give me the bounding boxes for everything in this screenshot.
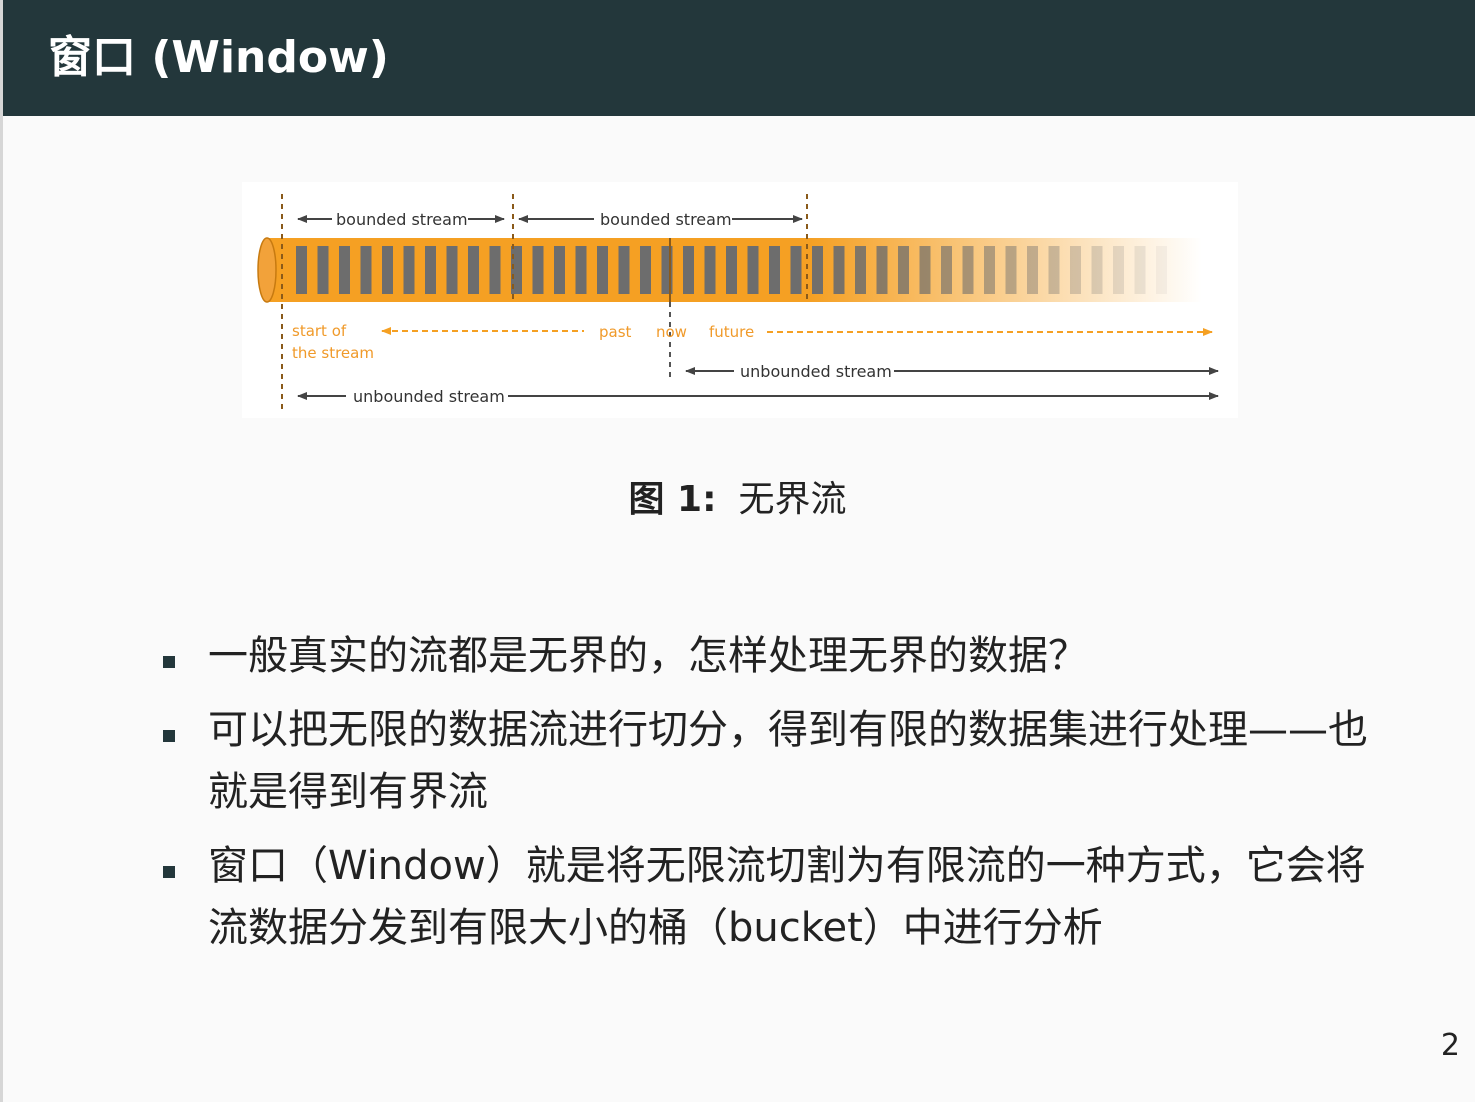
stream-event-bar bbox=[317, 246, 329, 294]
start-of-label: start of bbox=[292, 322, 347, 340]
stream-events bbox=[296, 246, 1167, 294]
stream-event-bar bbox=[640, 246, 651, 294]
stream-event-bar bbox=[876, 246, 888, 294]
stream-event-bar bbox=[962, 246, 974, 294]
figure-caption-label: 图 1: bbox=[628, 479, 717, 520]
stream-event-bar bbox=[1113, 246, 1124, 294]
past-label: past bbox=[599, 323, 632, 341]
bullet-marker bbox=[163, 656, 175, 668]
stream-event-bar bbox=[984, 246, 995, 294]
the-stream-label: the stream bbox=[292, 344, 374, 362]
slide-header: 窗口 (Window) bbox=[3, 0, 1475, 116]
stream-event-bar bbox=[1156, 246, 1167, 294]
stream-event-bar bbox=[446, 246, 458, 294]
bullet-item: 可以把无限的数据流进行切分，得到有限的数据集进行处理——也就是得到有界流 bbox=[160, 699, 1400, 823]
stream-event-bar bbox=[941, 246, 952, 294]
bullet-item: 一般真实的流都是无界的，怎样处理无界的数据？ bbox=[160, 625, 1400, 687]
stream-event-bar bbox=[919, 246, 931, 294]
stream-event-bar bbox=[790, 246, 802, 294]
stream-event-bar bbox=[425, 246, 436, 294]
stream-event-bar bbox=[1005, 246, 1017, 294]
stream-event-bar bbox=[554, 246, 565, 294]
bounded-stream-label-2: bounded stream bbox=[600, 210, 732, 229]
stream-event-bar bbox=[747, 246, 759, 294]
stream-event-bar bbox=[489, 246, 501, 294]
stream-event-bar bbox=[382, 246, 393, 294]
bullet-text: 窗口（Window）就是将无限流切割为有限流的一种方式，它会将流数据分发到有限大… bbox=[208, 843, 1366, 951]
stream-event-bar bbox=[403, 246, 415, 294]
stream-event-bar bbox=[1134, 246, 1146, 294]
stream-diagram: bounded stream bounded stream start of t… bbox=[257, 194, 1219, 414]
slide-left-edge bbox=[0, 0, 3, 1102]
unbounded-stream-label-lower: unbounded stream bbox=[353, 387, 505, 406]
stream-event-bar bbox=[683, 246, 694, 294]
page-number: 2 bbox=[1440, 1028, 1460, 1063]
stream-event-bar bbox=[597, 246, 608, 294]
bullet-item: 窗口（Window）就是将无限流切割为有限流的一种方式，它会将流数据分发到有限大… bbox=[160, 835, 1400, 959]
stream-event-bar bbox=[726, 246, 737, 294]
stream-event-bar bbox=[833, 246, 845, 294]
stream-event-bar bbox=[468, 246, 479, 294]
stream-event-bar bbox=[1048, 246, 1060, 294]
bounded-stream-label-1: bounded stream bbox=[336, 210, 468, 229]
stream-event-bar bbox=[704, 246, 716, 294]
stream-event-bar bbox=[296, 246, 307, 294]
stream-event-bar bbox=[360, 246, 372, 294]
stream-event-bar bbox=[1027, 246, 1038, 294]
stream-event-bar bbox=[532, 246, 544, 294]
stream-event-bar bbox=[618, 246, 630, 294]
stream-tube-end bbox=[257, 237, 277, 303]
now-label: now bbox=[656, 323, 687, 341]
stream-figure: bounded stream bounded stream start of t… bbox=[242, 182, 1238, 418]
figure-caption-text: 无界流 bbox=[738, 479, 847, 520]
bullet-text: 一般真实的流都是无界的，怎样处理无界的数据？ bbox=[208, 633, 1088, 679]
stream-event-bar bbox=[1091, 246, 1103, 294]
figure-caption: 图 1: 无界流 bbox=[0, 470, 1475, 530]
stream-event-bar bbox=[339, 246, 350, 294]
stream-event-bar bbox=[812, 246, 823, 294]
stream-event-bar bbox=[575, 246, 587, 294]
slide-title: 窗口 (Window) bbox=[48, 32, 389, 83]
unbounded-stream-label-upper: unbounded stream bbox=[740, 362, 892, 381]
bullet-list: 一般真实的流都是无界的，怎样处理无界的数据？ 可以把无限的数据流进行切分，得到有… bbox=[160, 625, 1400, 971]
future-label: future bbox=[709, 323, 754, 341]
bullet-text: 可以把无限的数据流进行切分，得到有限的数据集进行处理——也就是得到有界流 bbox=[208, 707, 1368, 815]
stream-event-bar bbox=[898, 246, 909, 294]
bullet-marker bbox=[163, 730, 175, 742]
bullet-marker bbox=[163, 866, 175, 878]
stream-event-bar bbox=[769, 246, 780, 294]
stream-event-bar bbox=[855, 246, 866, 294]
stream-event-bar bbox=[1070, 246, 1081, 294]
